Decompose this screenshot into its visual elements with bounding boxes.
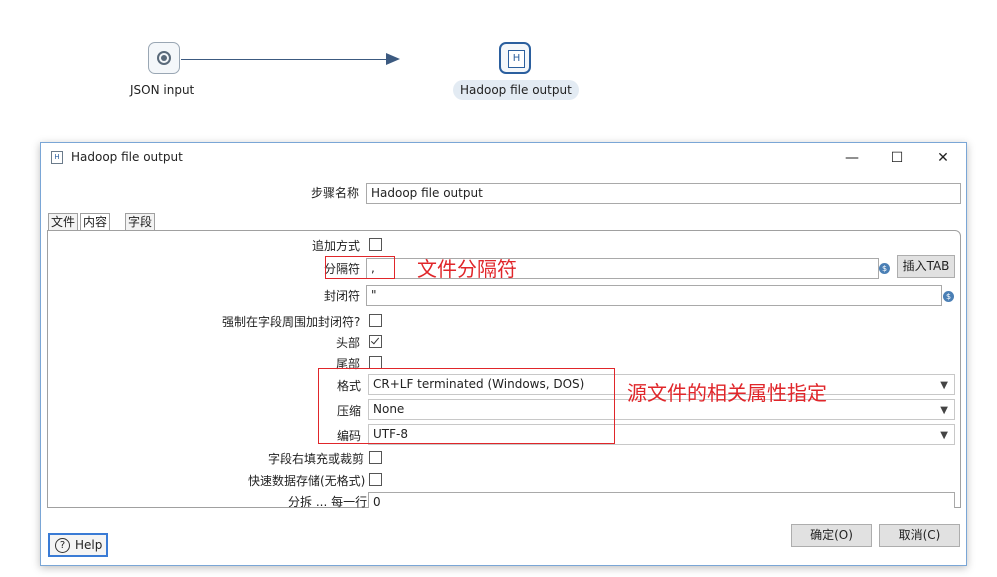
force-enclosure-label: 强制在字段周围加封闭符? — [222, 315, 361, 329]
source-props-annotation: 源文件的相关属性指定 — [627, 381, 827, 405]
pad-fields-label: 字段右填充或裁剪 — [268, 452, 365, 466]
chevron-down-icon: ▼ — [940, 430, 948, 441]
variable-dollar-icon[interactable]: $ — [943, 291, 954, 302]
chevron-down-icon: ▼ — [940, 380, 948, 391]
title-bar: H Hadoop file output — ☐ ✕ — [41, 143, 966, 173]
close-icon[interactable]: ✕ — [928, 147, 958, 169]
question-icon: ? — [55, 538, 70, 553]
force-enclosure-checkbox[interactable] — [369, 314, 382, 327]
append-checkbox[interactable] — [369, 238, 382, 251]
separator-highlight-box — [325, 256, 395, 279]
hop-arrow-icon — [386, 53, 400, 65]
hadoop-output-node-icon[interactable]: H — [499, 42, 531, 74]
enclosure-label: 封闭符 — [324, 289, 361, 303]
hadoop-output-label[interactable]: Hadoop file output — [453, 80, 579, 100]
append-label: 追加方式 — [312, 239, 361, 253]
tab-file[interactable]: 文件 — [48, 213, 79, 230]
step-name-label: 步骤名称 — [311, 186, 360, 200]
header-label: 头部 — [336, 336, 361, 350]
step-name-input[interactable]: Hadoop file output — [366, 183, 961, 204]
source-props-highlight-box — [318, 368, 615, 444]
hop-line[interactable] — [181, 59, 386, 60]
tab-content[interactable]: 内容 — [80, 213, 111, 230]
maximize-icon[interactable]: ☐ — [882, 147, 912, 169]
chevron-down-icon: ▼ — [940, 405, 948, 416]
split-every-label: 分拆 ... 每一行 — [288, 495, 368, 509]
hadoop-file-output-dialog: H Hadoop file output — ☐ ✕ 步骤名称 Hadoop f… — [40, 142, 967, 566]
variable-dollar-icon[interactable]: $ — [879, 263, 890, 274]
separator-annotation: 文件分隔符 — [417, 257, 517, 281]
enclosure-input[interactable]: " — [366, 285, 942, 306]
split-every-input[interactable]: 0 — [368, 492, 955, 508]
json-input-node-icon[interactable] — [148, 42, 180, 74]
json-input-label[interactable]: JSON input — [130, 83, 194, 97]
minimize-icon[interactable]: — — [837, 147, 867, 169]
help-label: Help — [75, 538, 103, 552]
pad-fields-checkbox[interactable] — [369, 451, 382, 464]
fast-dump-checkbox[interactable] — [369, 473, 382, 486]
tab-fields[interactable]: 字段 — [125, 213, 156, 230]
help-button[interactable]: ? Help — [48, 533, 108, 557]
header-checkbox[interactable] — [369, 335, 382, 348]
dialog-title: Hadoop file output — [71, 150, 183, 164]
cancel-button[interactable]: 取消(C) — [879, 524, 960, 547]
fast-dump-label: 快速数据存储(无格式) — [248, 474, 366, 488]
dialog-app-icon: H — [51, 151, 63, 164]
insert-tab-button[interactable]: 插入TAB — [897, 255, 955, 278]
ok-button[interactable]: 确定(O) — [791, 524, 872, 547]
